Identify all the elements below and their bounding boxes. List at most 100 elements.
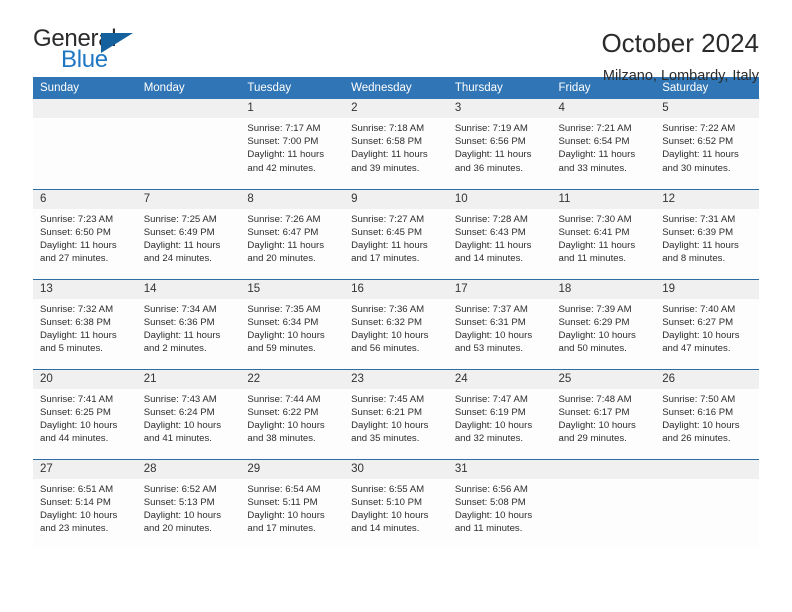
calendar-day-cell[interactable]: 7 Sunrise: 7:25 AM Sunset: 6:49 PM Daylight…: [136, 188, 241, 279]
day-details: Sunrise: 7:34 AM Sunset: 6:36 PM Daylight:…: [137, 299, 241, 356]
day-details: Sunrise: 7:23 AM Sunset: 6:50 PM Daylight:…: [33, 209, 137, 266]
sunrise-time: Sunrise: 7:18 AM: [351, 123, 425, 134]
calendar-day-cell[interactable]: 27 Sunrise: 6:51 AM Sunset: 5:14 PM Dayligh…: [33, 458, 137, 549]
column-header-sunday: Sunday: [33, 77, 137, 99]
day-number: 10: [447, 189, 552, 209]
sunset-time: Sunset: 6:32 PM: [351, 316, 423, 328]
sunset-time: Sunset: 5:11 PM: [247, 496, 318, 508]
calendar-day-cell[interactable]: 8 Sunrise: 7:26 AM Sunset: 6:47 PM Daylight…: [240, 188, 345, 279]
calendar-day-cell[interactable]: 6 Sunrise: 7:23 AM Sunset: 6:50 PM Daylight…: [33, 188, 137, 279]
sunrise-time: Sunrise: 6:56 AM: [454, 483, 528, 495]
sunrise-time: Sunrise: 6:52 AM: [143, 483, 217, 495]
calendar-day-cell[interactable]: 19 Sunrise: 7:40 AM Sunset: 6:27 PM Dayligh…: [655, 278, 759, 369]
sunrise-time: Sunrise: 7:48 AM: [558, 393, 632, 405]
calendar-day-cell[interactable]: 28 Sunrise: 6:52 AM Sunset: 5:13 PM Dayligh…: [136, 458, 241, 549]
sunset-time: Sunset: 6:54 PM: [558, 136, 630, 148]
calendar-day-cell[interactable]: 11 Sunrise: 7:30 AM Sunset: 6:41 PM Dayligh…: [551, 188, 656, 279]
calendar-day-cell[interactable]: 31 Sunrise: 6:56 AM Sunset: 5:08 PM Dayligh…: [447, 458, 552, 549]
calendar-day-cell[interactable]: 9 Sunrise: 7:27 AM Sunset: 6:45 PM Daylight…: [344, 188, 448, 279]
day-details: Sunrise: 7:43 AM Sunset: 6:24 PM Daylight:…: [137, 389, 241, 446]
sunrise-time: Sunrise: 7:19 AM: [454, 123, 528, 134]
day-number: 3: [447, 99, 552, 118]
daylight-duration-line1: Daylight: 11 hours: [40, 329, 117, 341]
calendar-week-row: 1 Sunrise: 7:17 AM Sunset: 7:00 PM Daylight…: [33, 99, 759, 189]
day-number: 8: [240, 189, 345, 209]
daylight-duration-line1: Daylight: 11 hours: [454, 239, 532, 251]
calendar-day-cell[interactable]: 26 Sunrise: 7:50 AM Sunset: 6:16 PM Dayligh…: [655, 368, 759, 459]
daylight-duration-line2: and 11 minutes.: [454, 523, 523, 535]
calendar-day-cell[interactable]: 4 Sunrise: 7:21 AM Sunset: 6:54 PM Daylight…: [551, 99, 656, 189]
daylight-duration-line2: and 20 minutes.: [143, 523, 212, 535]
daylight-duration-line2: and 32 minutes.: [454, 433, 524, 445]
daylight-duration-line2: and 24 minutes.: [143, 253, 212, 265]
calendar-day-cell[interactable]: 23 Sunrise: 7:45 AM Sunset: 6:21 PM Dayligh…: [344, 368, 448, 459]
sunset-time: Sunset: 6:27 PM: [662, 316, 734, 328]
daylight-duration-line2: and 59 minutes.: [247, 343, 316, 355]
calendar-day-cell[interactable]: 25 Sunrise: 7:48 AM Sunset: 6:17 PM Dayligh…: [551, 368, 656, 459]
daylight-duration-line2: and 56 minutes.: [351, 343, 420, 355]
daylight-duration-line2: and 44 minutes.: [40, 433, 109, 445]
calendar-day-cell[interactable]: 1 Sunrise: 7:17 AM Sunset: 7:00 PM Daylight…: [240, 99, 345, 189]
calendar-day-cell[interactable]: 17 Sunrise: 7:37 AM Sunset: 6:31 PM Dayligh…: [447, 278, 552, 369]
calendar-day-cell[interactable]: 29 Sunrise: 6:54 AM Sunset: 5:11 PM Dayligh…: [240, 458, 345, 549]
day-details: Sunrise: 7:31 AM Sunset: 6:39 PM Daylight:…: [655, 209, 759, 266]
calendar-day-cell[interactable]: 15 Sunrise: 7:35 AM Sunset: 6:34 PM Dayligh…: [240, 278, 345, 369]
day-number: 6: [33, 189, 137, 209]
day-number: [655, 459, 759, 479]
daylight-duration-line2: and 30 minutes.: [662, 162, 731, 174]
sunset-time: Sunset: 6:16 PM: [662, 406, 734, 418]
calendar-day-cell[interactable]: 10 Sunrise: 7:28 AM Sunset: 6:43 PM Dayligh…: [447, 188, 552, 279]
sunrise-time: Sunrise: 7:28 AM: [454, 213, 528, 225]
day-number: 30: [344, 459, 448, 479]
sunset-time: Sunset: 6:31 PM: [454, 316, 526, 328]
day-details: Sunrise: 7:17 AM Sunset: 7:00 PM Daylight:…: [240, 118, 344, 175]
calendar-day-cell[interactable]: 13 Sunrise: 7:32 AM Sunset: 6:38 PM Dayligh…: [33, 278, 137, 369]
daylight-duration-line1: Daylight: 11 hours: [351, 239, 428, 251]
daylight-duration-line2: and 38 minutes.: [247, 433, 316, 445]
calendar-day-cell[interactable]: 2 Sunrise: 7:18 AM Sunset: 6:58 PM Daylight…: [344, 99, 448, 189]
daylight-duration-line1: Daylight: 10 hours: [143, 509, 222, 521]
sunrise-time: Sunrise: 7:35 AM: [247, 303, 321, 315]
general-blue-logo[interactable]: General Blue: [33, 27, 141, 75]
day-number: 2: [344, 99, 448, 118]
sunset-time: Sunset: 6:24 PM: [143, 406, 215, 418]
calendar-day-cell[interactable]: 24 Sunrise: 7:47 AM Sunset: 6:19 PM Dayligh…: [447, 368, 552, 459]
day-number: 28: [136, 459, 241, 479]
sunrise-time: Sunrise: 7:21 AM: [558, 123, 632, 134]
day-number: [136, 99, 241, 118]
calendar-day-cell[interactable]: 22 Sunrise: 7:44 AM Sunset: 6:22 PM Dayligh…: [240, 368, 345, 459]
calendar-empty-cell: [551, 458, 656, 549]
daylight-duration-line2: and 2 minutes.: [143, 343, 207, 355]
day-details: Sunrise: 7:27 AM Sunset: 6:45 PM Daylight:…: [344, 209, 448, 266]
daylight-duration-line1: Daylight: 10 hours: [454, 329, 533, 341]
daylight-duration-line2: and 42 minutes.: [247, 162, 316, 174]
calendar-day-cell[interactable]: 14 Sunrise: 7:34 AM Sunset: 6:36 PM Dayligh…: [136, 278, 241, 369]
calendar-day-cell[interactable]: 30 Sunrise: 6:55 AM Sunset: 5:10 PM Dayligh…: [344, 458, 448, 549]
sunrise-time: Sunrise: 7:25 AM: [143, 213, 217, 225]
calendar-day-cell[interactable]: 18 Sunrise: 7:39 AM Sunset: 6:29 PM Dayligh…: [551, 278, 656, 369]
day-number: 17: [447, 279, 552, 299]
calendar-day-cell[interactable]: 3 Sunrise: 7:19 AM Sunset: 6:56 PM Daylight…: [447, 99, 552, 189]
calendar-day-cell[interactable]: 5 Sunrise: 7:22 AM Sunset: 6:52 PM Daylight…: [655, 99, 759, 189]
calendar-day-cell[interactable]: 21 Sunrise: 7:43 AM Sunset: 6:24 PM Dayligh…: [136, 368, 241, 459]
sunset-time: Sunset: 6:47 PM: [247, 226, 319, 238]
column-header-thursday: Thursday: [447, 77, 552, 99]
day-number: 9: [344, 189, 448, 209]
day-number: 18: [551, 279, 656, 299]
daylight-duration-line2: and 14 minutes.: [351, 523, 420, 535]
sunset-time: Sunset: 6:22 PM: [247, 406, 319, 418]
sunset-time: Sunset: 6:58 PM: [351, 136, 423, 148]
calendar-day-cell[interactable]: 20 Sunrise: 7:41 AM Sunset: 6:25 PM Dayligh…: [33, 368, 137, 459]
sunrise-time: Sunrise: 7:41 AM: [40, 393, 114, 405]
daylight-duration-line1: Daylight: 10 hours: [662, 329, 740, 341]
sunrise-time: Sunrise: 7:40 AM: [662, 303, 736, 315]
daylight-duration-line1: Daylight: 11 hours: [40, 239, 117, 251]
calendar-day-cell[interactable]: 12 Sunrise: 7:31 AM Sunset: 6:39 PM Dayligh…: [655, 188, 759, 279]
daylight-duration-line2: and 35 minutes.: [351, 433, 420, 445]
calendar-day-cell[interactable]: 16 Sunrise: 7:36 AM Sunset: 6:32 PM Dayligh…: [344, 278, 448, 369]
day-details: Sunrise: 7:25 AM Sunset: 6:49 PM Daylight:…: [137, 209, 241, 266]
daylight-duration-line1: Daylight: 11 hours: [143, 329, 221, 341]
daylight-duration-line1: Daylight: 11 hours: [143, 239, 221, 251]
daylight-duration-line2: and 14 minutes.: [454, 253, 524, 265]
daylight-duration-line1: Daylight: 10 hours: [351, 419, 429, 431]
